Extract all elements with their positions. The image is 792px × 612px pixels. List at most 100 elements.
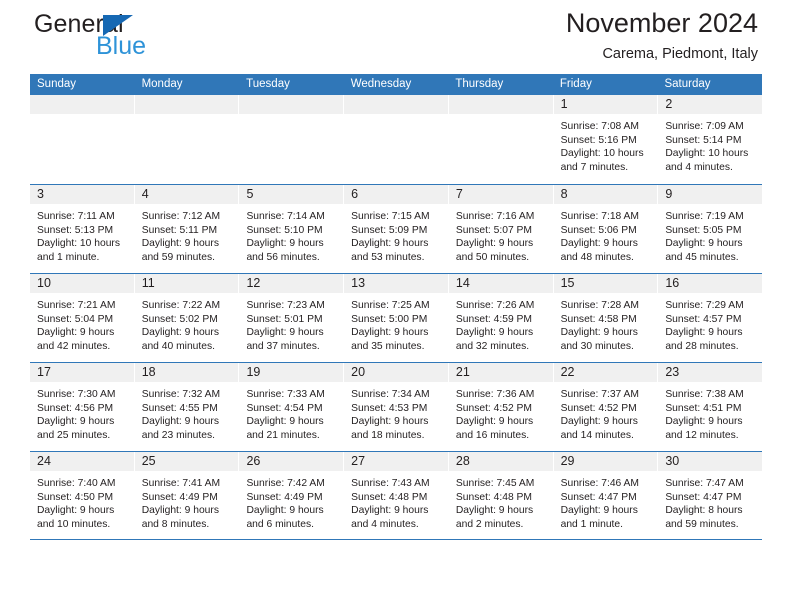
sunset-line: Sunset: 4:59 PM xyxy=(455,313,533,325)
sunrise-line: Sunrise: 7:38 AM xyxy=(665,389,744,400)
day-number: 28 xyxy=(455,454,470,468)
calendar-day-cell[interactable]: 2 Sunrise: 7:09 AM Sunset: 5:14 PM Daylight… xyxy=(658,95,763,184)
sunrise-line: Sunrise: 7:12 AM xyxy=(141,211,221,222)
calendar-day-cell[interactable]: 3 Sunrise: 7:11 AM Sunset: 5:13 PM Daylight… xyxy=(30,185,135,273)
calendar-grid: Sunday Monday Tuesday Wednesday Thursday Frid… xyxy=(30,74,763,540)
daylight-line: Daylight: 9 hours xyxy=(246,416,324,428)
daylight-line: Daylight: 9 hours xyxy=(246,238,324,250)
calendar-day-cell[interactable]: 13 Sunrise: 7:25 AM Sunset: 5:00 PM Dayligh… xyxy=(344,274,449,362)
daylight-line: Daylight: 8 hours xyxy=(665,505,743,517)
calendar-day-cell[interactable]: 12 Sunrise: 7:23 AM Sunset: 5:01 PM Dayligh… xyxy=(239,274,345,362)
day-number-band: 30 xyxy=(658,452,763,471)
sunrise-line: Sunrise: 7:34 AM xyxy=(351,389,430,400)
calendar-day-cell[interactable]: 5 Sunrise: 7:14 AM Sunset: 5:10 PM Daylight… xyxy=(239,185,345,273)
daylight-line-cont: and 56 minutes. xyxy=(246,251,320,263)
daylight-line-cont: and 4 minutes. xyxy=(665,161,733,173)
sunrise-line: Sunrise: 7:41 AM xyxy=(141,478,221,489)
calendar-day-cell[interactable]: 26 Sunrise: 7:42 AM Sunset: 4:49 PM Dayligh… xyxy=(239,452,345,539)
sunrise-line: Sunrise: 7:47 AM xyxy=(665,478,744,489)
sunset-line: Sunset: 4:50 PM xyxy=(37,491,114,503)
calendar-day-cell[interactable]: 9 Sunrise: 7:19 AM Sunset: 5:05 PM Daylight… xyxy=(658,185,763,273)
calendar-week-row: 3 Sunrise: 7:11 AM Sunset: 5:13 PM Daylight… xyxy=(30,184,763,273)
daylight-line-cont: and 16 minutes. xyxy=(455,429,530,441)
calendar-day-cell[interactable]: 15 Sunrise: 7:28 AM Sunset: 4:58 PM Dayligh… xyxy=(553,274,659,362)
calendar-day-cell[interactable]: 1 Sunrise: 7:08 AM Sunset: 5:16 PM Daylight… xyxy=(553,95,659,184)
daylight-line-cont: and 21 minutes. xyxy=(246,429,320,441)
day-details: Sunrise: 7:15 AM Sunset: 5:09 PM Daylight:… xyxy=(344,204,448,264)
day-details: Sunrise: 7:40 AM Sunset: 4:50 PM Daylight:… xyxy=(30,471,134,531)
daylight-line: Daylight: 9 hours xyxy=(351,416,429,428)
calendar-day-cell[interactable]: 4 Sunrise: 7:12 AM Sunset: 5:11 PM Daylight… xyxy=(134,185,240,273)
sunset-line: Sunset: 4:49 PM xyxy=(141,491,218,503)
day-details: Sunrise: 7:23 AM Sunset: 5:01 PM Daylight:… xyxy=(239,293,343,353)
daylight-line-cont: and 10 minutes. xyxy=(37,518,111,530)
sunset-line: Sunset: 4:55 PM xyxy=(141,402,218,414)
day-details: Sunrise: 7:47 AM Sunset: 4:47 PM Daylight:… xyxy=(658,471,762,531)
day-number: 22 xyxy=(560,365,575,379)
sunset-line: Sunset: 4:48 PM xyxy=(351,491,428,503)
day-number: 21 xyxy=(455,365,470,379)
general-blue-logo[interactable]: General Blue xyxy=(34,12,254,70)
day-number: 20 xyxy=(351,365,366,379)
day-number: 23 xyxy=(665,365,680,379)
logo-text-blue: Blue xyxy=(96,32,147,60)
calendar-day-cell[interactable]: 27 Sunrise: 7:43 AM Sunset: 4:48 PM Dayligh… xyxy=(344,452,449,539)
weekday-header-sunday: Sunday xyxy=(37,78,77,90)
day-number-band: 24 xyxy=(30,452,134,471)
sunrise-line: Sunrise: 7:09 AM xyxy=(665,121,744,132)
sunrise-line: Sunrise: 7:43 AM xyxy=(351,478,430,489)
day-number-band: 25 xyxy=(134,452,239,471)
title-block: November 2024 Carema, Piedmont, Italy xyxy=(566,8,758,63)
day-details xyxy=(239,114,343,120)
day-number: 1 xyxy=(560,97,568,111)
sunset-line: Sunset: 5:02 PM xyxy=(141,313,218,325)
day-number: 29 xyxy=(560,454,575,468)
calendar-day-cell[interactable]: 24 Sunrise: 7:40 AM Sunset: 4:50 PM Dayligh… xyxy=(30,452,135,539)
calendar-day-cell[interactable]: 17 Sunrise: 7:30 AM Sunset: 4:56 PM Dayligh… xyxy=(30,363,135,451)
daylight-line-cont: and 25 minutes. xyxy=(37,429,111,441)
calendar-day-cell[interactable]: 23 Sunrise: 7:38 AM Sunset: 4:51 PM Dayligh… xyxy=(658,363,763,451)
day-details xyxy=(449,114,553,120)
daylight-line-cont: and 48 minutes. xyxy=(560,251,634,263)
calendar-cell-empty xyxy=(344,95,449,184)
calendar-day-cell[interactable]: 28 Sunrise: 7:45 AM Sunset: 4:48 PM Dayligh… xyxy=(448,452,554,539)
calendar-day-cell[interactable]: 22 Sunrise: 7:37 AM Sunset: 4:52 PM Dayligh… xyxy=(553,363,659,451)
day-number-band: 3 xyxy=(30,185,134,204)
sunset-line: Sunset: 5:07 PM xyxy=(455,224,533,236)
calendar-day-cell[interactable]: 19 Sunrise: 7:33 AM Sunset: 4:54 PM Dayligh… xyxy=(239,363,345,451)
calendar-day-cell[interactable]: 16 Sunrise: 7:29 AM Sunset: 4:57 PM Dayligh… xyxy=(658,274,763,362)
daylight-line: Daylight: 9 hours xyxy=(560,327,638,339)
day-number-band: 6 xyxy=(344,185,448,204)
sunset-line: Sunset: 4:54 PM xyxy=(246,402,323,414)
calendar-day-cell[interactable]: 7 Sunrise: 7:16 AM Sunset: 5:07 PM Daylight… xyxy=(448,185,554,273)
calendar-day-cell[interactable]: 11 Sunrise: 7:22 AM Sunset: 5:02 PM Dayligh… xyxy=(134,274,240,362)
calendar-day-cell[interactable]: 6 Sunrise: 7:15 AM Sunset: 5:09 PM Daylight… xyxy=(344,185,449,273)
calendar-day-cell[interactable]: 25 Sunrise: 7:41 AM Sunset: 4:49 PM Dayligh… xyxy=(134,452,240,539)
sunset-line: Sunset: 4:47 PM xyxy=(665,491,742,503)
daylight-line: Daylight: 9 hours xyxy=(455,505,534,517)
sunrise-line: Sunrise: 7:42 AM xyxy=(246,478,325,489)
calendar-day-cell[interactable]: 20 Sunrise: 7:34 AM Sunset: 4:53 PM Dayligh… xyxy=(344,363,449,451)
calendar-day-cell[interactable]: 14 Sunrise: 7:26 AM Sunset: 4:59 PM Dayligh… xyxy=(448,274,554,362)
day-number-band: 14 xyxy=(448,274,553,293)
daylight-line: Daylight: 9 hours xyxy=(37,416,115,428)
daylight-line-cont: and 37 minutes. xyxy=(246,340,320,352)
calendar-day-cell[interactable]: 8 Sunrise: 7:18 AM Sunset: 5:06 PM Daylight… xyxy=(553,185,659,273)
day-details: Sunrise: 7:43 AM Sunset: 4:48 PM Daylight:… xyxy=(344,471,448,531)
day-number-band xyxy=(448,95,553,114)
calendar-day-cell[interactable]: 18 Sunrise: 7:32 AM Sunset: 4:55 PM Dayligh… xyxy=(134,363,240,451)
daylight-line: Daylight: 9 hours xyxy=(560,416,638,428)
daylight-line: Daylight: 9 hours xyxy=(246,505,324,517)
calendar-day-cell[interactable]: 10 Sunrise: 7:21 AM Sunset: 5:04 PM Dayligh… xyxy=(30,274,135,362)
sunrise-line: Sunrise: 7:14 AM xyxy=(246,211,325,222)
sunrise-line: Sunrise: 7:26 AM xyxy=(455,300,535,311)
weekday-header-monday: Monday xyxy=(141,78,183,90)
calendar-day-cell[interactable]: 29 Sunrise: 7:46 AM Sunset: 4:47 PM Dayligh… xyxy=(553,452,659,539)
day-number: 11 xyxy=(141,276,155,290)
day-number-band: 19 xyxy=(239,363,344,382)
calendar-day-cell[interactable]: 30 Sunrise: 7:47 AM Sunset: 4:47 PM Dayligh… xyxy=(658,452,763,539)
calendar-day-cell[interactable]: 21 Sunrise: 7:36 AM Sunset: 4:52 PM Dayligh… xyxy=(448,363,554,451)
day-number: 25 xyxy=(141,454,156,468)
day-number: 30 xyxy=(665,454,680,468)
sunset-line: Sunset: 4:53 PM xyxy=(351,402,428,414)
